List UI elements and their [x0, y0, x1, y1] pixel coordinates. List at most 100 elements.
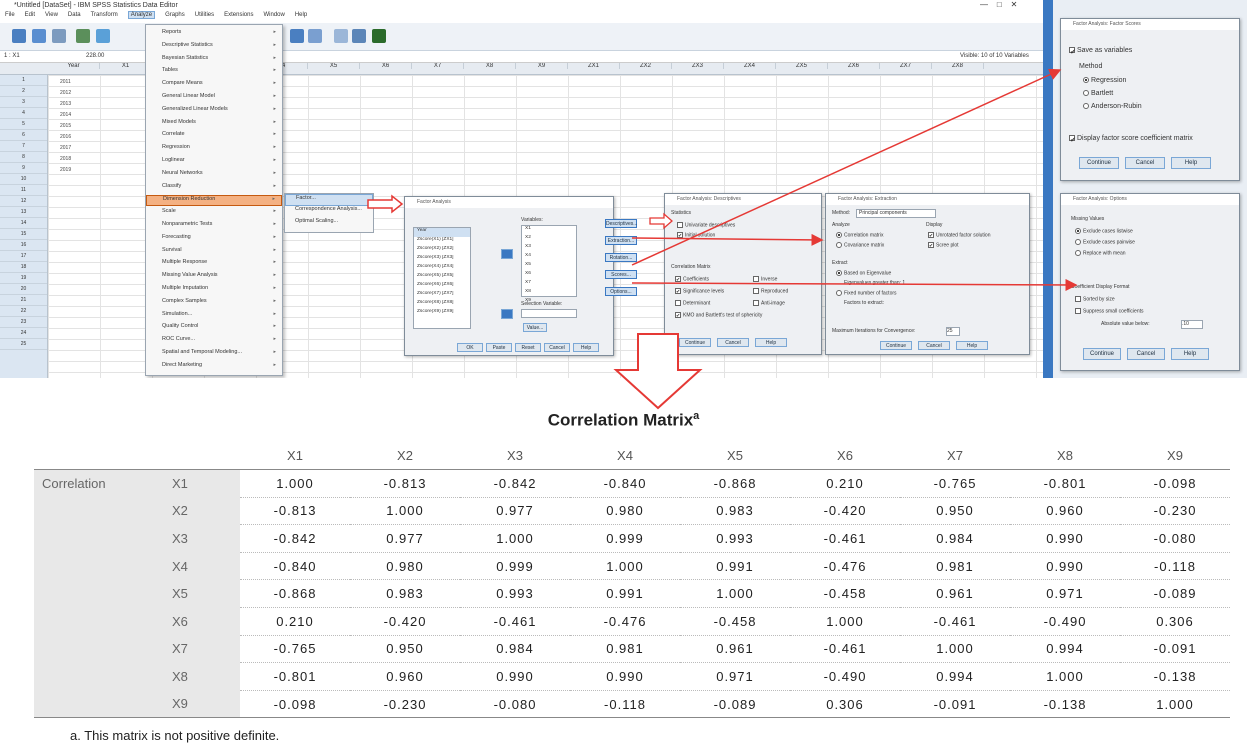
- matrix-cell: -0.461: [460, 607, 570, 636]
- matrix-cell: 0.981: [900, 552, 1010, 581]
- matrix-cell: -0.476: [790, 552, 900, 581]
- row-group-spacer: [34, 690, 164, 719]
- matrix-cell: 0.950: [900, 497, 1010, 526]
- matrix-row-label: X4: [164, 552, 240, 580]
- matrix-cell: -0.461: [900, 607, 1010, 636]
- matrix-cell: 0.993: [680, 524, 790, 553]
- matrix-cell: -0.230: [350, 690, 460, 719]
- matrix-row: X4 -0.840 0.980 0.999 1.000 0.991 -0.476 0.981 0…: [34, 552, 1230, 581]
- matrix-cell: -0.089: [1120, 579, 1230, 609]
- matrix-cell: 0.990: [570, 662, 680, 691]
- matrix-cell: 0.999: [460, 552, 570, 581]
- arrow-to-factor-dialog: [367, 194, 404, 214]
- matrix-column-header: X9: [1120, 442, 1230, 471]
- matrix-cell: 0.210: [790, 469, 900, 498]
- matrix-cell: 0.960: [1010, 497, 1120, 526]
- matrix-row-label: X1: [164, 469, 240, 498]
- matrix-row-label: X5: [164, 579, 240, 608]
- matrix-cell: -0.868: [240, 579, 350, 609]
- matrix-cell: 0.977: [460, 497, 570, 526]
- matrix-cell: 0.991: [680, 552, 790, 581]
- matrix-cell: 0.993: [460, 579, 570, 609]
- matrix-row-label: X9: [164, 690, 240, 719]
- matrix-cell: 0.960: [350, 662, 460, 691]
- matrix-column-header: X4: [570, 442, 680, 471]
- matrix-cell: -0.842: [240, 524, 350, 553]
- matrix-column-header: X1: [240, 442, 350, 471]
- matrix-footnote: a. This matrix is not positive definite.: [70, 728, 280, 743]
- matrix-cell: 0.981: [570, 635, 680, 664]
- matrix-cell: -0.458: [790, 579, 900, 609]
- spss-screenshot: *Untitled [DataSet] - IBM SPSS Statistic…: [0, 0, 1247, 378]
- matrix-cell: -0.842: [460, 469, 570, 498]
- matrix-row: X5 -0.868 0.983 0.993 0.991 1.000 -0.458 0.961 0…: [34, 579, 1230, 609]
- matrix-cell: -0.813: [350, 469, 460, 498]
- matrix-cell: 0.991: [570, 579, 680, 609]
- arrow-to-extraction: [631, 233, 824, 246]
- matrix-title: Correlation Matrixa: [547, 410, 700, 430]
- row-group-spacer: [34, 662, 164, 691]
- matrix-cell: 0.990: [1010, 524, 1120, 553]
- matrix-cell: -0.098: [1120, 469, 1230, 498]
- matrix-cell: 0.961: [680, 635, 790, 664]
- correlation-matrix-table: X1 X2 X3 X4 X5 X6 X7 X8 X9 Correlation X1 1.000 -0.…: [34, 442, 1230, 719]
- matrix-cell: 0.980: [570, 497, 680, 526]
- matrix-cell: 1.000: [240, 469, 350, 498]
- annotation-arrows: [367, 68, 1078, 291]
- matrix-cell: 0.971: [1010, 579, 1120, 609]
- matrix-row-label: X2: [164, 497, 240, 525]
- matrix-cell: 1.000: [1120, 690, 1230, 719]
- matrix-cell: 0.971: [680, 662, 790, 691]
- matrix-row-label: X3: [164, 524, 240, 553]
- matrix-cell: 0.983: [680, 497, 790, 526]
- matrix-cell: 1.000: [790, 607, 900, 636]
- matrix-cell: 0.306: [790, 690, 900, 719]
- matrix-cell: -0.461: [790, 524, 900, 553]
- matrix-row: X6 0.210 -0.420 -0.461 -0.476 -0.458 1.000 -0.4…: [34, 607, 1230, 636]
- matrix-row-label: X7: [164, 635, 240, 663]
- matrix-cell: 1.000: [350, 497, 460, 526]
- row-group-label: Correlation: [34, 469, 164, 498]
- matrix-header-row: X1 X2 X3 X4 X5 X6 X7 X8 X9: [34, 442, 1230, 471]
- matrix-row: X9 -0.098 -0.230 -0.080 -0.118 -0.089 0.306 -0.…: [34, 690, 1230, 719]
- matrix-cell: -0.420: [790, 497, 900, 526]
- matrix-row: X2 -0.813 1.000 0.977 0.980 0.983 -0.420 0.950 0…: [34, 497, 1230, 526]
- matrix-cell: 0.990: [460, 662, 570, 691]
- arrow-to-options: [631, 278, 1078, 291]
- matrix-cell: -0.461: [790, 635, 900, 664]
- matrix-cell: 0.210: [240, 607, 350, 636]
- matrix-column-header: X7: [900, 442, 1010, 471]
- matrix-cell: 0.984: [460, 635, 570, 664]
- matrix-cell: -0.476: [570, 607, 680, 636]
- row-group-spacer: [34, 635, 164, 663]
- matrix-cell: 0.961: [900, 579, 1010, 609]
- matrix-cell: -0.801: [240, 662, 350, 691]
- matrix-cell: -0.118: [570, 690, 680, 719]
- matrix-cell: -0.765: [900, 469, 1010, 498]
- row-group-spacer: [34, 579, 164, 608]
- matrix-cell: 0.950: [350, 635, 460, 664]
- matrix-cell: 0.994: [1010, 635, 1120, 664]
- matrix-column-header: X3: [460, 442, 570, 471]
- arrow-to-scores: [631, 68, 1062, 266]
- matrix-cell: -0.138: [1010, 690, 1120, 719]
- matrix-cell: 0.994: [900, 662, 1010, 691]
- matrix-row: X3 -0.842 0.977 1.000 0.999 0.993 -0.461 0.984 0…: [34, 524, 1230, 553]
- down-arrow-icon: [613, 333, 703, 410]
- matrix-cell: -0.089: [680, 690, 790, 719]
- matrix-cell: -0.091: [1120, 635, 1230, 664]
- matrix-cell: -0.840: [240, 552, 350, 581]
- matrix-cell: -0.868: [680, 469, 790, 498]
- row-group-spacer: [34, 607, 164, 636]
- row-group-spacer: [34, 524, 164, 553]
- matrix-cell: 1.000: [570, 552, 680, 581]
- matrix-cell: -0.098: [240, 690, 350, 719]
- matrix-cell: 0.983: [350, 579, 460, 609]
- matrix-cell: -0.138: [1120, 662, 1230, 691]
- matrix-cell: 1.000: [680, 579, 790, 609]
- matrix-cell: 0.999: [570, 524, 680, 553]
- matrix-row: X7 -0.765 0.950 0.984 0.981 0.961 -0.461 1.000 0…: [34, 635, 1230, 664]
- matrix-column-header: X2: [350, 442, 460, 471]
- matrix-cell: -0.420: [350, 607, 460, 636]
- matrix-cell: 0.984: [900, 524, 1010, 553]
